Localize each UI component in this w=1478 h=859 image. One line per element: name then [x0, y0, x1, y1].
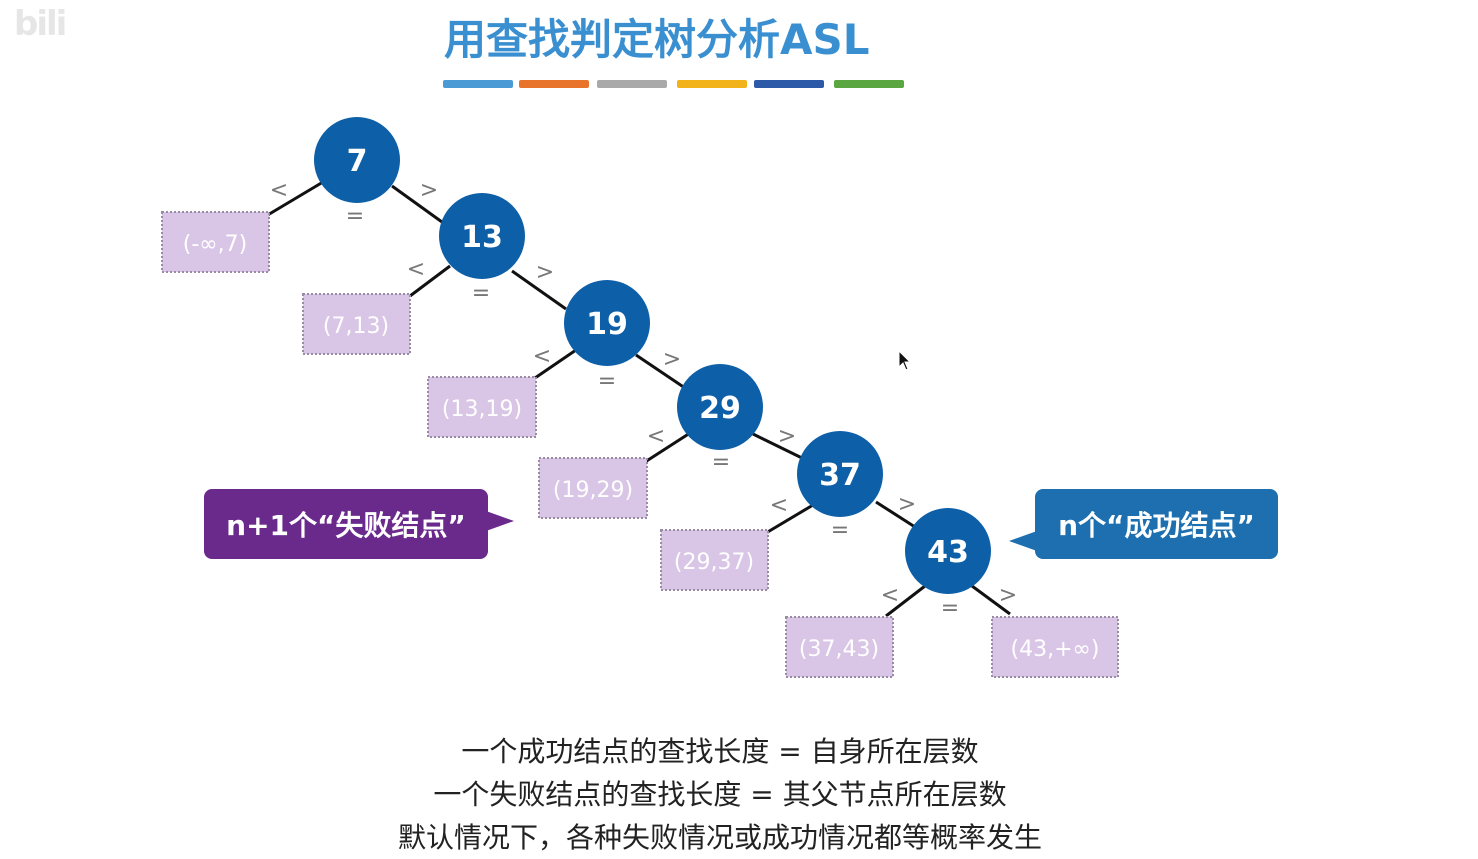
edge-label-equal: =	[598, 369, 616, 394]
failure-node: (13,19)	[427, 376, 537, 438]
edge-label-greater: >	[663, 347, 681, 372]
tree-node: 29	[677, 364, 763, 450]
tree-node: 37	[797, 431, 883, 517]
edge-label-greater: >	[778, 424, 796, 449]
failure-nodes: (-∞,7) (7,13) (13,19) (19,29) (29,37) (3…	[161, 211, 1119, 678]
edge-label-equal: =	[712, 450, 730, 475]
failure-node-label: (13,19)	[442, 397, 522, 422]
failure-node: (43,+∞)	[991, 616, 1119, 678]
failure-node: (7,13)	[302, 293, 411, 355]
note-line: 一个成功结点的查找长度 = 自身所在层数	[461, 735, 979, 768]
tree-node-value: 13	[461, 220, 503, 255]
edge-label-less: <	[407, 257, 425, 282]
edge-label-equal: =	[941, 596, 959, 621]
note-line: 一个失败结点的查找长度 = 其父节点所在层数	[433, 778, 1007, 811]
failure-node-label: (7,13)	[323, 314, 389, 339]
tree-node: 43	[905, 508, 991, 594]
edge-label-equal: =	[472, 281, 490, 306]
failure-node: (-∞,7)	[161, 211, 270, 273]
edge-label-greater: >	[898, 492, 916, 517]
failure-node-label: (37,43)	[799, 637, 879, 662]
edge-label-greater: >	[536, 260, 554, 285]
tree-node-value: 29	[699, 391, 741, 426]
tree-node: 13	[439, 193, 525, 279]
decision-tree-diagram: < > = < > = < > = < > = < > = < > = (-∞,…	[161, 117, 1119, 678]
success-nodes-callout: n个“成功结点”	[1009, 489, 1278, 559]
edge-label-less: <	[270, 178, 288, 203]
failure-nodes-callout: n+1个“失败结点”	[204, 489, 514, 559]
edge-label-equal: =	[831, 518, 849, 543]
edge-label-greater: >	[999, 583, 1017, 608]
failure-node: (29,37)	[660, 529, 769, 591]
tree-node: 19	[564, 280, 650, 366]
failure-node-label: (43,+∞)	[1011, 637, 1100, 662]
failure-node-label: (29,37)	[674, 550, 754, 575]
failure-node: (19,29)	[538, 457, 648, 519]
failure-node: (37,43)	[785, 616, 894, 678]
edge-label-equal: =	[346, 204, 364, 229]
edge-label-less: <	[770, 493, 788, 518]
edge-label-greater: >	[420, 178, 438, 203]
failure-node-label: (19,29)	[553, 478, 633, 503]
mouse-cursor-icon	[898, 350, 912, 371]
edge-label-less: <	[881, 583, 899, 608]
tree-node: 7	[314, 117, 400, 203]
note-line: 默认情况下，各种失败情况或成功情况都等概率发生	[397, 821, 1042, 854]
tree-node-value: 43	[927, 535, 969, 570]
edge-label-less: <	[533, 344, 551, 369]
tree-node-value: 7	[347, 144, 368, 179]
notes-block: 一个成功结点的查找长度 = 自身所在层数 一个失败结点的查找长度 = 其父节点所…	[0, 730, 1440, 859]
tree-node-value: 37	[819, 458, 861, 493]
failure-node-label: (-∞,7)	[183, 232, 247, 257]
edge-label-less: <	[647, 424, 665, 449]
tree-node-value: 19	[586, 307, 628, 342]
